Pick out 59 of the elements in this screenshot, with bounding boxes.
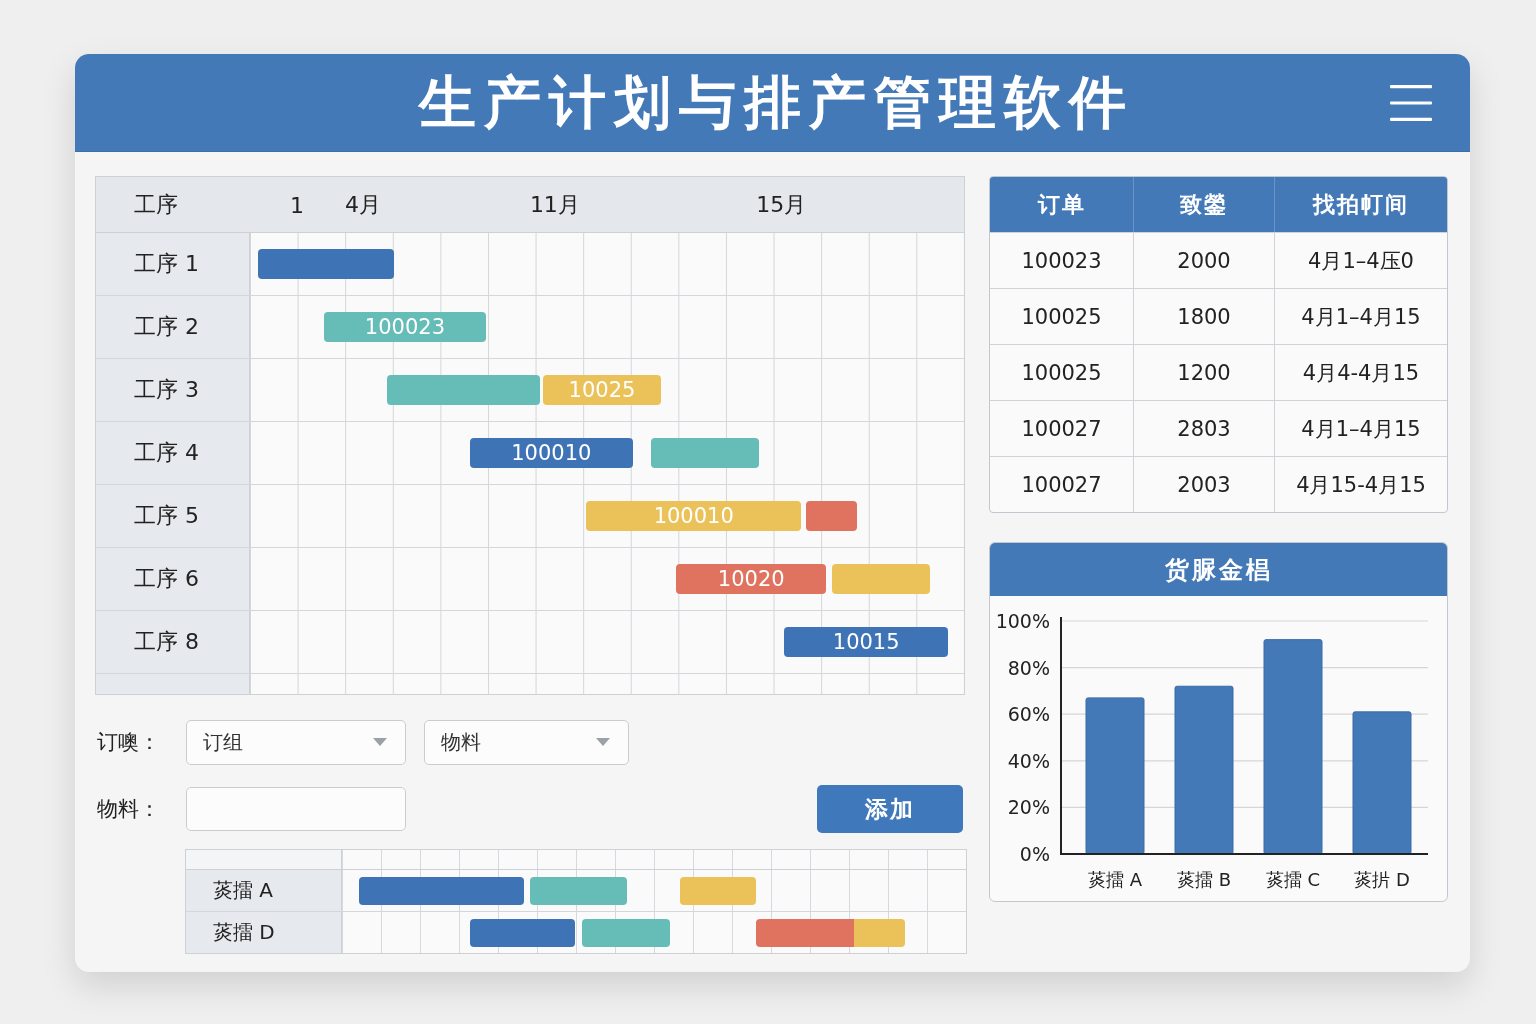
order-select[interactable]: 订组 [186, 719, 406, 765]
column-header: 致鎣 [1133, 177, 1274, 232]
order-label: 订噢： [96, 729, 161, 756]
table-cell: 1800 [1133, 288, 1274, 344]
table-cell: 1200 [1133, 344, 1274, 400]
table-cell: 100025 [990, 288, 1133, 344]
process-label: 工序 1 [134, 250, 199, 278]
table-cell: 100023 [990, 232, 1133, 288]
gantt-bar: 10015 [784, 627, 949, 657]
table-cell: 2000 [1133, 232, 1274, 288]
gantt-bar: 100023 [323, 312, 487, 342]
axis-label: 菼擂 B [1176, 869, 1232, 890]
axis-label: 100% [995, 610, 1050, 632]
material-row-label: 菼擂 D [213, 919, 275, 946]
menu-icon[interactable] [1390, 84, 1432, 121]
axis-label: 菼擂 C [1265, 869, 1321, 890]
axis-label: 20% [1007, 796, 1050, 819]
caret-icon [596, 738, 610, 746]
chart-title: 货脲金椙 [1164, 554, 1273, 586]
gantt-bar: 10020 [676, 564, 827, 594]
process-label: 工序 4 [134, 439, 199, 467]
table-cell: 2003 [1133, 456, 1274, 512]
add-button[interactable]: 添加 [817, 785, 963, 833]
table-cell: 4月1–4压0 [1274, 232, 1447, 288]
material-row-label: 菼擂 A [213, 877, 274, 904]
process-label: 工序 6 [134, 565, 199, 593]
timeline-label: 15月 [756, 190, 807, 219]
gantt-bar: 10025 [543, 375, 661, 405]
timeline-label: 4月 [344, 190, 381, 219]
table-cell: 2803 [1133, 400, 1274, 456]
column-header: 工序 [134, 190, 178, 219]
material-label: 物料： [96, 796, 161, 823]
axis-label: 80% [1007, 656, 1050, 679]
table-cell: 4月1–4月15 [1274, 288, 1447, 344]
material-input[interactable] [186, 787, 406, 831]
table-cell: 4月15-4月15 [1274, 456, 1447, 512]
axis-label: 60% [1007, 703, 1050, 726]
material-select[interactable]: 物料 [424, 719, 629, 765]
table-cell: 100025 [990, 344, 1133, 400]
process-label: 工序 3 [134, 376, 199, 404]
column-header: 订单 [990, 177, 1133, 232]
table-cell: 100027 [990, 456, 1133, 512]
axis-label: 菼擂 A [1088, 869, 1142, 890]
timeline-label: 1 [289, 192, 304, 217]
axis-label: 0% [1019, 843, 1050, 865]
gantt-bar: 100010 [469, 438, 633, 468]
gantt-bar: 100010 [586, 501, 802, 531]
axis-label: 菼扸 D [1354, 869, 1410, 890]
table-cell: 100027 [990, 400, 1133, 456]
axis-label: 40% [1007, 749, 1050, 772]
caret-icon [373, 738, 387, 746]
process-label: 工序 2 [134, 313, 199, 341]
column-header: 找拍帄间 [1274, 177, 1447, 232]
table-cell: 4月1–4月15 [1274, 400, 1447, 456]
process-label: 工序 8 [134, 628, 199, 656]
process-label: 工序 5 [134, 502, 199, 530]
timeline-label: 11月 [529, 190, 580, 219]
app-title: 生产计划与排产管理软件 [417, 68, 1134, 137]
table-cell: 4月4-4月15 [1274, 344, 1447, 400]
